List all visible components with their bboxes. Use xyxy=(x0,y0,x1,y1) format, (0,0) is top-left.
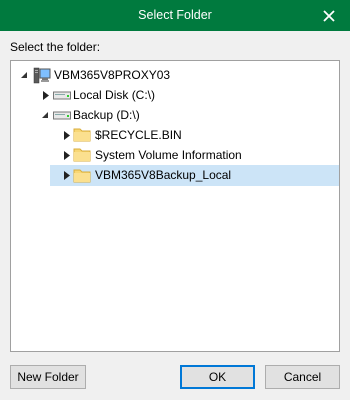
expand-arrow-icon[interactable] xyxy=(41,90,51,100)
drive-icon xyxy=(53,111,71,120)
collapse-arrow-icon[interactable] xyxy=(40,110,50,120)
tree-node-folder-selected[interactable]: VBM365V8Backup_Local xyxy=(50,165,339,186)
tree-node-folder[interactable]: $RECYCLE.BIN xyxy=(50,125,339,145)
cancel-button[interactable]: Cancel xyxy=(265,365,340,389)
collapse-arrow-icon[interactable] xyxy=(19,70,29,80)
expand-arrow-icon[interactable] xyxy=(62,130,72,140)
ok-button[interactable]: OK xyxy=(180,365,255,389)
prompt-label: Select the folder: xyxy=(10,40,101,54)
tree-node-label: VBM365V8PROXY03 xyxy=(54,68,171,82)
folder-icon xyxy=(73,148,91,162)
close-icon xyxy=(323,9,335,22)
tree-node-label: Backup (D:\) xyxy=(73,108,140,122)
computer-icon xyxy=(33,67,51,84)
tree-node-drive-d[interactable]: Backup (D:\) xyxy=(11,105,339,125)
expand-arrow-icon[interactable] xyxy=(62,150,72,160)
folder-tree[interactable]: VBM365V8PROXY03 Local Disk (C:\) Backup … xyxy=(10,60,340,352)
close-button[interactable] xyxy=(312,2,346,29)
tree-node-computer[interactable]: VBM365V8PROXY03 xyxy=(11,65,339,85)
title-bar: Select Folder xyxy=(0,0,350,31)
tree-node-label: System Volume Information xyxy=(95,148,242,162)
folder-icon xyxy=(73,128,91,142)
expand-arrow-icon[interactable] xyxy=(62,170,72,180)
folder-icon xyxy=(73,169,91,183)
drive-icon xyxy=(53,91,71,100)
tree-node-label: $RECYCLE.BIN xyxy=(95,128,182,142)
tree-node-label: VBM365V8Backup_Local xyxy=(95,168,232,182)
tree-node-drive-c[interactable]: Local Disk (C:\) xyxy=(11,85,339,105)
tree-node-folder[interactable]: System Volume Information xyxy=(50,145,339,165)
new-folder-button[interactable]: New Folder xyxy=(10,365,86,389)
tree-node-label: Local Disk (C:\) xyxy=(73,88,156,102)
window-title: Select Folder xyxy=(138,8,212,22)
